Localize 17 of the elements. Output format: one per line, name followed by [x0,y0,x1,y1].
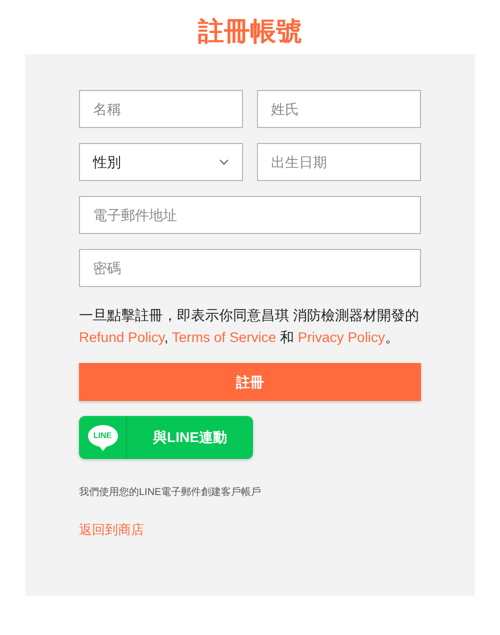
input-field[interactable]: 名稱 [79,90,243,128]
input-field[interactable]: 姓氏 [257,90,421,128]
password-field[interactable]: 密碼 [79,249,421,287]
line-logo: LINE [88,424,118,450]
agreement-text: 一旦點擊註冊，即表示你同意昌琪 消防檢測器材開發的 Refund Policy, Terms of Service 和 Privacy Policy。 [79,306,420,347]
input-field[interactable]: 出生日期 [257,143,421,181]
chevron-down-icon [219,159,229,165]
line-login-button[interactable]: LINE 與LINE連動 [79,416,253,459]
page-title: 註冊帳號 [198,16,302,46]
input-field[interactable]: 電子郵件地址 [79,196,421,234]
back-to-store-link[interactable]: 返回到商店 [79,520,144,540]
policy-link[interactable]: Terms of Service [172,329,276,345]
policy-link[interactable]: Refund Policy [79,329,164,345]
register-button[interactable]: 註冊 [79,363,421,401]
line-email-note: 我們使用您的LINE電子郵件創建客戶帳戶 [79,486,262,500]
policy-link[interactable]: Privacy Policy [298,329,386,345]
gender-select[interactable]: 性別 [79,143,243,181]
